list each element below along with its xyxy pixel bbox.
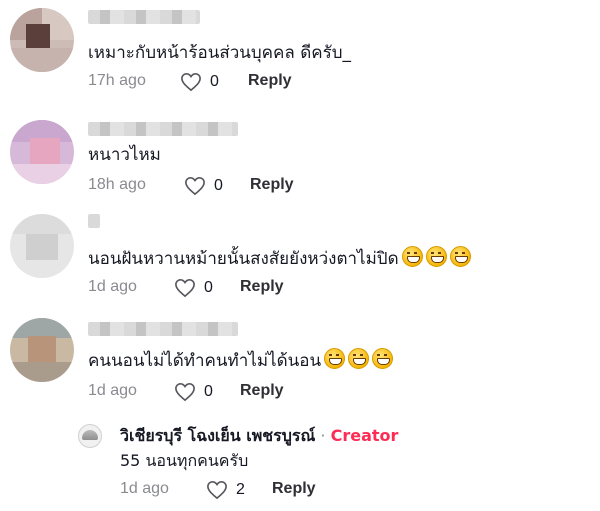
comment-text: นอนฝันหวานหม้ายนั้นสงสัยยังหว่งตาไม่ปิด (88, 246, 471, 270)
comment-time: 1d ago (88, 278, 137, 295)
creator-username[interactable]: วิเชียรบุรี โฉงเย็น เพชรบูรณ์ (120, 426, 315, 445)
username[interactable] (88, 10, 200, 24)
comment-text: คนนอนไม่ได้ทำคนทำไม่ได้นอน (88, 348, 394, 372)
grimacing-face-emoji-icon (449, 246, 471, 267)
creator-header: วิเชียรบุรี โฉงเย็น เพชรบูรณ์ · Creator (120, 424, 398, 449)
reply-time: 1d ago (120, 480, 169, 497)
avatar[interactable] (10, 120, 74, 184)
grimacing-face-emoji-icon (401, 246, 423, 267)
reply-button[interactable]: Reply (250, 176, 294, 194)
creator-badge: Creator (330, 426, 399, 445)
creator-avatar[interactable] (78, 424, 102, 448)
heart-icon (175, 382, 195, 402)
like-button[interactable]: 0 (184, 176, 223, 196)
reply-button[interactable]: Reply (240, 278, 284, 296)
avatar[interactable] (10, 214, 74, 278)
comment-time: 17h ago (88, 72, 146, 89)
comment-time: 18h ago (88, 176, 146, 193)
heart-icon (175, 278, 195, 298)
like-count: 0 (204, 279, 213, 296)
grinning-squinting-face-emoji-icon (372, 348, 394, 369)
separator: · (315, 426, 331, 445)
comment-text: หนาวไหม (88, 145, 161, 165)
grinning-squinting-face-emoji-icon (348, 348, 370, 369)
reply-button[interactable]: Reply (272, 480, 316, 498)
avatar[interactable] (10, 8, 74, 72)
grimacing-face-emoji-icon (425, 246, 447, 267)
heart-icon (185, 176, 205, 196)
comment-text-body: นอนฝันหวานหม้ายนั้นสงสัยยังหว่งตาไม่ปิด (88, 249, 399, 269)
comment-text: เหมาะกับหน้าร้อนส่วนบุคคล ดีครับ_ (88, 43, 352, 63)
like-count: 0 (210, 73, 219, 90)
heart-icon (207, 480, 227, 500)
comment-time: 1d ago (88, 382, 137, 399)
avatar[interactable] (10, 318, 74, 382)
like-button[interactable]: 0 (174, 278, 213, 298)
like-count: 0 (204, 383, 213, 400)
reply-button[interactable]: Reply (240, 382, 284, 400)
like-count: 0 (214, 177, 223, 194)
comment-text-body: คนนอนไม่ได้ทำคนทำไม่ได้นอน (88, 351, 322, 371)
heart-icon (181, 72, 201, 92)
like-button[interactable]: 0 (174, 382, 213, 402)
username[interactable] (88, 214, 100, 228)
username[interactable] (88, 122, 238, 136)
username[interactable] (88, 322, 238, 336)
grinning-squinting-face-emoji-icon (324, 348, 346, 369)
creator-reply-text: 55 นอนทุกคนครับ (120, 451, 249, 470)
like-button[interactable]: 2 (206, 480, 245, 500)
reply-button[interactable]: Reply (248, 72, 292, 90)
like-button[interactable]: 0 (180, 72, 219, 92)
like-count: 2 (236, 481, 245, 498)
